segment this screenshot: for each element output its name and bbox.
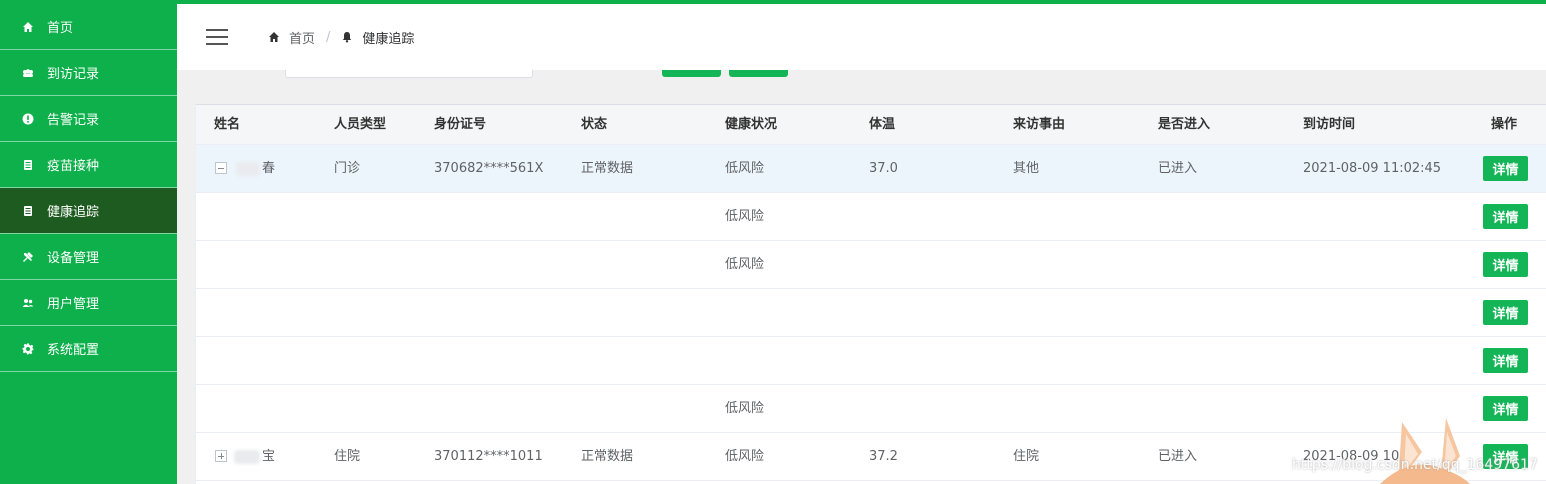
breadcrumb: 首页 / 健康追踪 [268,28,414,47]
cell-id: 370682****561X [434,161,544,176]
expand-row-icon[interactable] [215,450,227,462]
sidebar-item-vaccination[interactable]: 疫苗接种 [0,142,177,188]
column-header: 是否进入 [1158,117,1211,132]
header: 首页 / 健康追踪 [177,4,1546,70]
sidebar-item-label: 健康追踪 [47,205,100,220]
table-row[interactable]: 详情 [196,289,1546,337]
health-tracking-table: 姓名 人员类型 身份证号 状态 健康状况 体温 来访事由 是否进入 到访时间 操… [195,104,1546,484]
sidebar-item-label: 用户管理 [47,297,100,312]
cell-temp: 37.0 [869,161,898,176]
sidebar-item-label: 系统配置 [47,343,100,358]
cell-name: 春 [262,161,276,176]
document-icon [21,158,35,172]
cell-temp: 37.2 [869,449,898,464]
cell-id: 370112****1011 [434,449,543,464]
detail-button[interactable]: 详情 [1483,204,1528,229]
breadcrumb-home[interactable]: 首页 [289,28,315,47]
table-row[interactable]: 低风险 详情 [196,193,1546,241]
home-icon [21,20,35,34]
column-header: 体温 [869,117,896,132]
column-header: 姓名 [214,117,241,132]
detail-button[interactable]: 详情 [1483,156,1528,181]
redacted-name [234,450,260,464]
column-header: 状态 [581,117,608,132]
detail-button[interactable]: 详情 [1483,348,1528,373]
cell-entered: 已进入 [1158,161,1198,176]
column-header: 健康状况 [725,117,778,132]
sidebar-item-label: 到访记录 [47,67,100,82]
table-row[interactable]: 详情 [196,337,1546,385]
document-icon [21,204,35,218]
cell-entered: 已进入 [1158,449,1198,464]
users-icon [21,296,35,310]
column-header: 身份证号 [434,117,487,132]
column-header: 来访事由 [1013,117,1066,132]
table-header: 姓名 人员类型 身份证号 状态 健康状况 体温 来访事由 是否进入 到访时间 操… [196,105,1546,145]
sidebar-item-user-management[interactable]: 用户管理 [0,280,177,326]
watermark: https://blog.csdn.net/qq_16497617 [1292,457,1538,473]
sidebar-item-label: 告警记录 [47,113,100,128]
sidebar-item-health-tracking[interactable]: 健康追踪 [0,188,177,234]
cell-type: 门诊 [334,161,361,176]
sidebar-item-label: 设备管理 [47,251,100,266]
search-button[interactable] [662,70,721,77]
breadcrumb-current: 健康追踪 [362,31,415,47]
sidebar-item-device-management[interactable]: 设备管理 [0,234,177,280]
column-header: 人员类型 [334,117,387,132]
breadcrumb-separator: / [326,29,331,45]
cell-name: 宝 [262,449,276,464]
detail-button[interactable]: 详情 [1483,252,1528,277]
sidebar-item-label: 首页 [47,21,74,36]
cell-health: 低风险 [725,401,765,416]
bell-icon [341,31,354,44]
cell-health: 低风险 [725,257,765,272]
home-icon [268,31,281,44]
search-input[interactable] [285,70,533,78]
redacted-name [236,162,260,176]
gear-icon [21,342,35,356]
cell-health: 低风险 [725,161,765,176]
reset-button[interactable] [729,70,788,77]
sidebar-item-label: 疫苗接种 [47,159,100,174]
cell-health: 低风险 [725,209,765,224]
cell-status: 正常数据 [581,449,634,464]
detail-button[interactable]: 详情 [1483,300,1528,325]
cell-status: 正常数据 [581,161,634,176]
column-header: 到访时间 [1303,117,1356,132]
detail-button[interactable]: 详情 [1483,396,1528,421]
tools-icon [21,250,35,264]
table-row[interactable]: 低风险 详情 [196,385,1546,433]
alert-icon [21,112,35,126]
cell-reason: 住院 [1013,449,1040,464]
table-row[interactable]: 低风险 详情 [196,241,1546,289]
cell-health: 低风险 [725,449,765,464]
sidebar: 首页 到访记录 告警记录 疫苗接种 健康追踪 设备管理 用户管理 系统配置 [0,4,177,484]
sidebar-item-alert-records[interactable]: 告警记录 [0,96,177,142]
sidebar-item-home[interactable]: 首页 [0,4,177,50]
collapse-row-icon[interactable] [215,162,227,174]
cell-reason: 其他 [1013,161,1040,176]
mascot-sticker [1380,418,1470,484]
group-icon [21,66,35,80]
cell-type: 住院 [334,449,361,464]
sidebar-item-system-config[interactable]: 系统配置 [0,326,177,372]
menu-toggle-icon[interactable] [206,29,228,45]
column-header: 操作 [1491,117,1518,132]
cell-time: 2021-08-09 11:02:45 [1303,161,1442,176]
sidebar-item-visit-records[interactable]: 到访记录 [0,50,177,96]
table-row[interactable]: 春 门诊 370682****561X 正常数据 低风险 37.0 其他 已进入… [196,145,1546,193]
